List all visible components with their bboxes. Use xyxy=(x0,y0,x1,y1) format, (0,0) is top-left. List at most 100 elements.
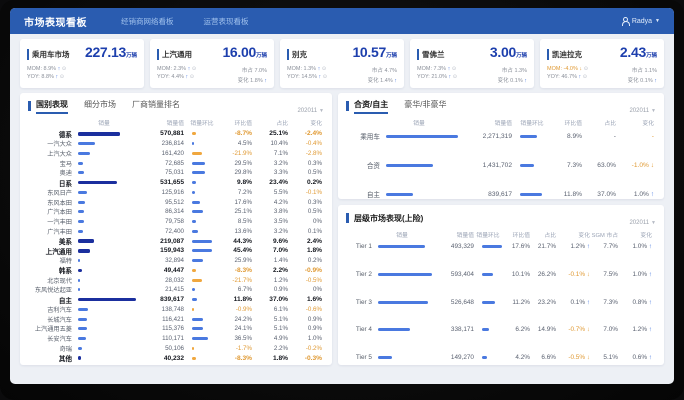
table-row[interactable]: 一汽丰田79,7588.5%3.5%0% xyxy=(28,217,324,227)
trend-info-icon[interactable]: ⊙ xyxy=(583,74,587,80)
table-row[interactable]: 吉利汽车138,748-0.9%6.1%-0.6% xyxy=(28,305,324,315)
period-label[interactable]: 202011▼ xyxy=(629,220,656,226)
share-value: - xyxy=(582,133,616,140)
trend-info-icon[interactable]: ⊙ xyxy=(192,66,196,72)
tab-------[interactable]: 豪华/非豪华 xyxy=(404,99,446,114)
sales-bar-zone xyxy=(72,298,136,302)
sales-bar-zone xyxy=(72,132,136,136)
filter-icon: ▼ xyxy=(651,220,656,226)
sales-bar-zone xyxy=(72,230,136,233)
tab------[interactable]: 合资/自主 xyxy=(354,99,388,114)
mom-value: 44.3% xyxy=(220,238,252,245)
trend-info-icon[interactable]: ⊙ xyxy=(322,66,326,72)
sgm-change-value: 0.8% ↑ xyxy=(618,299,652,306)
mom-value: 25.9% xyxy=(220,257,252,264)
mom-bar xyxy=(192,288,195,291)
sales-bar xyxy=(386,135,458,138)
trend-info-icon[interactable]: ⊙ xyxy=(453,74,457,80)
share-value: 4.2% xyxy=(252,199,288,206)
share-value: 37.0% xyxy=(252,296,288,303)
table-row[interactable]: Tier 5149,2704.2%6.6%-0.5% ↓5.1%0.6% ↑ xyxy=(346,354,656,361)
sales-value: 110,171 xyxy=(136,335,184,342)
sales-value: 116,421 xyxy=(136,316,184,323)
table-row[interactable]: 合资1,431,7027.3%63.0%-1.0% ↓ xyxy=(346,160,656,170)
kpi-card-2: 别克10.57万辆MOM: 1.3% ↑ ⊙YOY: 14.5% ↑ ⊙市占 4… xyxy=(280,39,404,88)
table-row[interactable]: 东风本田95,51217.6%4.2%0.3% xyxy=(28,197,324,207)
table-row[interactable]: 美系219,08744.3%9.6%2.4% xyxy=(28,236,324,246)
change-value: 0% xyxy=(288,286,322,293)
mom-bar-zone xyxy=(184,230,220,233)
change-value: 0.3% xyxy=(288,160,322,167)
share-value: 3.2% xyxy=(252,228,288,235)
table-row[interactable]: Tier 1493,32917.6%21.7%1.2% ↑7.7%1.0% ↑ xyxy=(346,243,656,250)
table-row[interactable]: Tier 2593,40410.1%26.2%-0.1% ↓7.5%1.0% ↑ xyxy=(346,271,656,278)
nav-tab-1[interactable]: 运营表现看板 xyxy=(204,16,249,27)
kpi-name: 乘用车市场 xyxy=(27,49,70,60)
table-row[interactable]: 东风悦达起亚21,4156.7%0.9%0% xyxy=(28,285,324,295)
table-row[interactable]: 长城汽车116,42124.2%5.1%0.9% xyxy=(28,314,324,324)
mom-value: 11.8% xyxy=(220,296,252,303)
tab-------[interactable]: 厂商销量排名 xyxy=(132,99,180,114)
table-row[interactable]: 一汽大众236,8144.5%10.4%-0.4% xyxy=(28,139,324,149)
mom-bar-zone xyxy=(184,259,220,262)
kpi-card-top: 上汽通用16.00万辆 xyxy=(157,44,267,62)
tab-----[interactable]: 国别表现 xyxy=(36,99,68,114)
tab-----[interactable]: 细分市场 xyxy=(84,99,116,114)
table-row[interactable]: 北京现代28,032-21.7%1.2%-0.5% xyxy=(28,275,324,285)
table-row[interactable]: 其他40,232-8.3%1.8%-0.3% xyxy=(28,353,324,363)
row-label: 福特 xyxy=(28,256,72,265)
table-row[interactable]: Tier 4338,1716.2%14.9%-0.7% ↓7.0%1.2% ↑ xyxy=(346,326,656,333)
share-value: 7.0% xyxy=(252,247,288,254)
trend-arrow-icon: ↑ xyxy=(654,78,657,84)
main-area: 国别表现细分市场厂商销量排名 202011▼ 销量销量值销量环比环比值占比变化 … xyxy=(10,93,674,365)
sales-bar xyxy=(378,301,428,304)
table-row[interactable]: 奇瑞50,106-1.7%2.2%-0.2% xyxy=(28,344,324,354)
table-row[interactable]: 广汽本田86,31425.1%3.8%0.5% xyxy=(28,207,324,217)
table-row[interactable]: 自主839,61711.8%37.0%1.0% ↑ xyxy=(346,189,656,199)
trend-arrow-icon: ↑ xyxy=(188,66,191,72)
table-row[interactable]: 自主839,61711.8%37.0%1.6% xyxy=(28,295,324,305)
country-performance-panel: 国别表现细分市场厂商销量排名 202011▼ 销量销量值销量环比环比值占比变化 … xyxy=(20,93,332,365)
trend-info-icon[interactable]: ⊙ xyxy=(190,74,194,80)
kpi-unit: 万辆 xyxy=(126,53,137,59)
table-row[interactable]: 上汽通用159,94345.4%7.0%1.8% xyxy=(28,246,324,256)
table-row[interactable]: 上汽大众161,420-21.9%7.1%-2.8% xyxy=(28,149,324,159)
table-row[interactable]: 日系531,6559.8%23.4%0.2% xyxy=(28,178,324,188)
mom-bar-zone xyxy=(184,308,220,311)
kpi-card-0: 乘用车市场227.13万辆MOM: 8.9% ↑ ⊙YOY: 8.8% ↑ ⊙ xyxy=(20,39,144,88)
trend-info-icon[interactable]: ⊙ xyxy=(323,74,327,80)
country-table: 德系570,881-8.7%25.1%-2.4%一汽大众236,8144.5%1… xyxy=(28,129,324,363)
sgm-share-value: 7.3% xyxy=(590,299,618,306)
change-value: 0.5% xyxy=(288,208,322,215)
row-label: 一汽大众 xyxy=(28,139,72,148)
kpi-value: 2.43 xyxy=(620,44,646,60)
period-label[interactable]: 202011▼ xyxy=(297,108,324,114)
mom-bar xyxy=(192,191,195,194)
table-row[interactable]: 东风日产125,9167.2%5.5%-0.1% xyxy=(28,188,324,198)
kpi-yoy: YOY: 21.0% ↑ ⊙ xyxy=(417,74,457,80)
nav-tab-0[interactable]: 经销商网络看板 xyxy=(121,16,174,27)
share-value: 14.9% xyxy=(530,326,556,333)
trend-info-icon[interactable]: ⊙ xyxy=(62,66,66,72)
trend-info-icon[interactable]: ⊙ xyxy=(584,66,588,72)
table-row[interactable]: 上汽通用五菱115,37624.1%5.1%0.9% xyxy=(28,324,324,334)
sales-value: 40,232 xyxy=(136,355,184,362)
mom-value: -21.9% xyxy=(220,150,252,157)
table-row[interactable]: 宝马72,68529.5%3.2%0.3% xyxy=(28,158,324,168)
trend-info-icon[interactable]: ⊙ xyxy=(60,74,64,80)
period-label[interactable]: 202011▼ xyxy=(629,108,656,114)
trend-arrow-icon: ↑ xyxy=(264,78,267,84)
table-row[interactable]: 长安汽车110,17136.5%4.9%1.0% xyxy=(28,334,324,344)
sales-value: 49,447 xyxy=(136,267,184,274)
table-row[interactable]: 奥迪75,03129.8%3.3%0.5% xyxy=(28,168,324,178)
row-label: 广汽本田 xyxy=(28,207,72,216)
trend-info-icon[interactable]: ⊙ xyxy=(452,66,456,72)
table-row[interactable]: 德系570,881-8.7%25.1%-2.4% xyxy=(28,129,324,139)
table-row[interactable]: 广汽丰田72,40013.6%3.2%0.1% xyxy=(28,227,324,237)
table-row[interactable]: 福特32,89425.9%1.4%0.2% xyxy=(28,256,324,266)
table-row[interactable]: 韩系49,447-8.3%2.2%-0.9% xyxy=(28,266,324,276)
table-row[interactable]: Tier 3526,64811.2%23.2%0.1% ↑7.3%0.8% ↑ xyxy=(346,299,656,306)
kpi-mom: MOM: 2.3% ↑ ⊙ xyxy=(157,66,196,72)
user-menu[interactable]: Radya ▼ xyxy=(621,17,660,25)
table-row[interactable]: 乘用车2,271,3198.9%-- xyxy=(346,131,656,141)
